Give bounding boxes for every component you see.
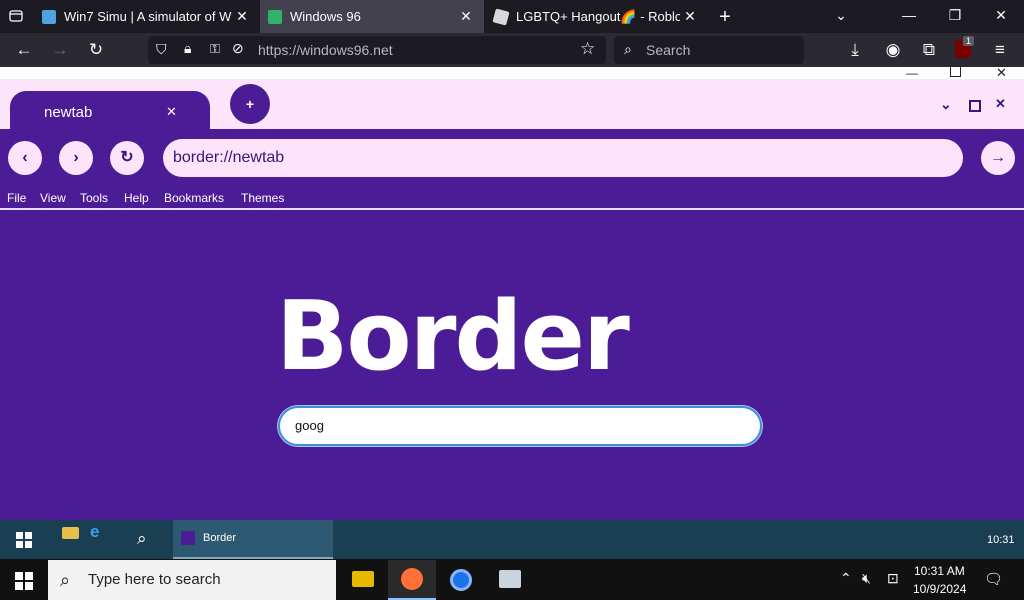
tab-overflow-chevron-down-icon[interactable]: ⌄ bbox=[830, 7, 852, 24]
menu-file[interactable]: File bbox=[7, 191, 26, 205]
lock-icon[interactable]: 🔒︎ bbox=[184, 40, 191, 57]
search-icon: ⌕ bbox=[624, 41, 632, 57]
network-icon[interactable]: ⊡ bbox=[887, 570, 899, 587]
border-tab-close-icon[interactable]: ✕ bbox=[166, 104, 177, 120]
tracking-shield-icon[interactable]: ⛉ bbox=[156, 41, 167, 58]
border-back-chevron-icon[interactable]: ‹ bbox=[8, 141, 42, 175]
chrome-taskbar-icon[interactable] bbox=[450, 569, 472, 591]
browser-tab-windows96[interactable]: Windows 96 ✕ bbox=[260, 0, 484, 33]
border-maximize-icon[interactable] bbox=[969, 100, 981, 112]
windows-search-icon: ⌕ bbox=[60, 570, 71, 590]
tab-title: Win7 Simu | A simulator of Windows 7 bbox=[64, 9, 232, 24]
tab-title: LGBTQ+ Hangout🌈 - Roblox bbox=[516, 8, 680, 24]
windows96-favicon-icon bbox=[268, 9, 282, 24]
menu-view[interactable]: View bbox=[40, 191, 66, 205]
firefox-logo-icon bbox=[401, 568, 423, 590]
menu-help[interactable]: Help bbox=[124, 191, 149, 205]
win7simu-favicon-icon bbox=[42, 9, 56, 24]
close-tab-icon[interactable]: ✕ bbox=[456, 8, 476, 25]
border-address-bar[interactable]: border://newtab bbox=[163, 139, 963, 177]
extension-badge: 1 bbox=[963, 36, 975, 46]
border-logo: Border bbox=[276, 282, 630, 392]
minimize-window-icon[interactable]: — bbox=[898, 7, 920, 23]
w96-clock[interactable]: 10:31 bbox=[987, 534, 1015, 546]
border-search-input[interactable]: goog bbox=[278, 406, 762, 446]
permissions-key-icon[interactable]: ⚿ bbox=[210, 41, 220, 57]
file-explorer-taskbar-icon[interactable] bbox=[352, 571, 374, 587]
url-text[interactable]: https://windows96.net bbox=[258, 42, 393, 58]
browser-tab-win7simu[interactable]: Win7 Simu | A simulator of Windows 7 ✕ bbox=[34, 0, 260, 33]
w96-taskbar-app-label: Border bbox=[203, 532, 237, 544]
border-new-tab-plus-icon[interactable]: + bbox=[230, 84, 270, 124]
menu-bookmarks[interactable]: Bookmarks bbox=[164, 191, 224, 205]
w96-border-app-icon bbox=[181, 531, 195, 545]
border-go-arrow-icon[interactable]: → bbox=[981, 141, 1015, 175]
firefox-taskbar-icon[interactable] bbox=[388, 560, 436, 600]
browser-search-box[interactable]: ⌕ Search bbox=[614, 36, 804, 64]
border-tab-newtab[interactable]: newtab ✕ bbox=[10, 91, 210, 129]
border-minimize-chevron-icon[interactable]: ⌄ bbox=[940, 96, 952, 113]
border-reload-icon[interactable]: ↻ bbox=[110, 141, 144, 175]
close-window-icon[interactable]: ✕ bbox=[990, 7, 1012, 24]
taskbar-time[interactable]: 10:31 AM bbox=[914, 564, 965, 578]
w96-minimize-icon[interactable]: — bbox=[906, 66, 918, 80]
system-tray-chevron-up-icon[interactable]: ⌃ bbox=[840, 570, 852, 587]
menu-themes[interactable]: Themes bbox=[241, 191, 284, 205]
account-icon[interactable]: ◉ bbox=[881, 33, 905, 67]
w96-search-icon[interactable]: ⌕ bbox=[137, 529, 147, 549]
menu-divider bbox=[0, 208, 1024, 210]
taskbar-date[interactable]: 10/9/2024 bbox=[913, 582, 966, 596]
border-tab-title: newtab bbox=[44, 104, 93, 121]
w96-maximize-icon[interactable] bbox=[950, 66, 961, 77]
close-tab-icon[interactable]: ✕ bbox=[680, 8, 700, 25]
w96-window-titlebar bbox=[0, 67, 1024, 79]
menu-tools[interactable]: Tools bbox=[80, 191, 108, 205]
volume-muted-icon[interactable]: 🔇︎ bbox=[862, 570, 871, 587]
notifications-icon[interactable]: 🗨︎ bbox=[984, 570, 1003, 588]
w96-internet-explorer-icon[interactable]: e bbox=[90, 522, 99, 542]
windows-search-placeholder: Type here to search bbox=[88, 571, 221, 588]
tab-title: Windows 96 bbox=[290, 9, 361, 24]
browser-tab-roblox[interactable]: LGBTQ+ Hangout🌈 - Roblox ✕ bbox=[486, 0, 708, 33]
back-arrow-icon[interactable]: ← bbox=[12, 33, 36, 67]
border-close-icon[interactable]: ✕ bbox=[995, 96, 1006, 112]
w96-file-explorer-icon[interactable] bbox=[62, 527, 79, 539]
windows-start-icon[interactable] bbox=[15, 572, 33, 595]
w96-taskbar-app-border[interactable]: Border bbox=[173, 520, 333, 559]
forward-arrow-icon[interactable]: → bbox=[48, 33, 72, 67]
search-placeholder: Search bbox=[646, 42, 691, 58]
bookmark-star-icon[interactable]: ☆ bbox=[580, 39, 595, 59]
roblox-favicon-icon bbox=[492, 7, 510, 26]
extensions-puzzle-icon[interactable]: ⧉ bbox=[917, 33, 941, 67]
new-tab-plus-icon[interactable]: + bbox=[714, 6, 736, 29]
restore-window-icon[interactable]: ❐ bbox=[944, 7, 966, 24]
close-tab-icon[interactable]: ✕ bbox=[232, 8, 252, 25]
address-bar[interactable]: ⛉ 🔒︎ ⚿ ⊘ https://windows96.net ☆ bbox=[148, 36, 606, 64]
remote-desktop-taskbar-icon[interactable] bbox=[499, 570, 521, 588]
windows-search-box[interactable]: ⌕ Type here to search bbox=[48, 560, 336, 600]
autoplay-blocked-icon[interactable]: ⊘ bbox=[232, 40, 244, 57]
border-forward-chevron-icon[interactable]: › bbox=[59, 141, 93, 175]
browser-tab-strip: Win7 Simu | A simulator of Windows 7 ✕ W… bbox=[0, 0, 1024, 33]
w96-taskbar bbox=[0, 520, 1024, 559]
tab-list-icon[interactable] bbox=[6, 8, 26, 27]
w96-start-windows-icon[interactable] bbox=[16, 532, 32, 553]
reload-icon[interactable]: ↻ bbox=[84, 33, 108, 67]
menu-hamburger-icon[interactable]: ≡ bbox=[988, 33, 1012, 67]
downloads-icon[interactable]: ⤓ bbox=[843, 33, 867, 67]
